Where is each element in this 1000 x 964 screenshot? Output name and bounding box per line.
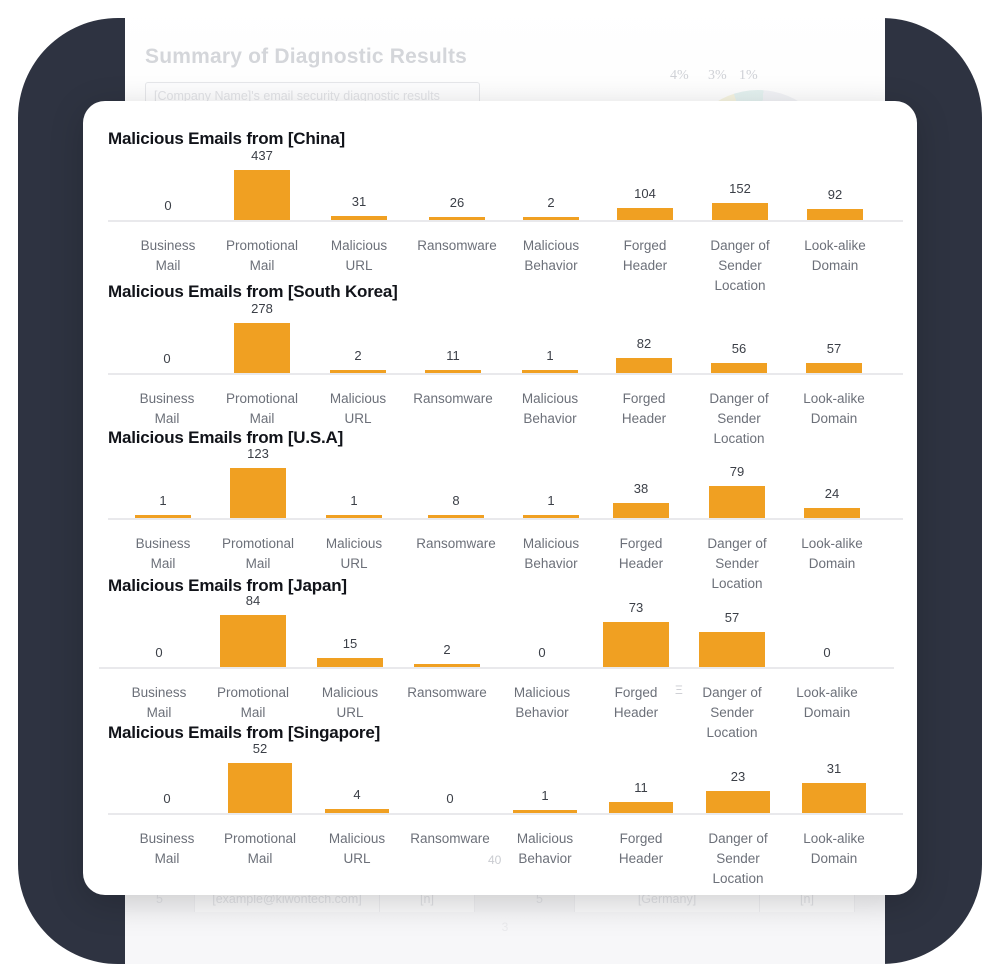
bar-value-label: 152 bbox=[729, 181, 751, 196]
chart-bar[interactable] bbox=[807, 209, 863, 220]
chart-bar[interactable] bbox=[712, 203, 768, 220]
chart-bar[interactable] bbox=[425, 370, 481, 373]
bar-value-label: 84 bbox=[245, 593, 261, 608]
chart-bar[interactable] bbox=[325, 809, 389, 813]
chart-bar[interactable] bbox=[220, 615, 286, 667]
bar-value-label: 79 bbox=[729, 464, 745, 479]
bar-value-label: 2 bbox=[354, 348, 362, 363]
chart-bar[interactable] bbox=[429, 217, 485, 220]
bar-value-label: 437 bbox=[251, 148, 273, 163]
chart-bar[interactable] bbox=[699, 632, 765, 667]
chart-bar[interactable] bbox=[804, 508, 860, 518]
chart-bar[interactable] bbox=[326, 515, 382, 518]
bar-value-label: 104 bbox=[634, 186, 656, 201]
bar-value-label: 0 bbox=[446, 791, 454, 806]
chart-title: Malicious Emails from [U.S.A] bbox=[108, 428, 344, 447]
render-artifact-number: 40 bbox=[488, 853, 502, 867]
bar-value-label: 15 bbox=[342, 636, 358, 651]
bar-value-label: 1 bbox=[159, 493, 167, 508]
chart-title: Malicious Emails from [Singapore] bbox=[108, 723, 381, 742]
category-label: Look-alike Domain bbox=[801, 536, 863, 571]
bar-value-label: 38 bbox=[633, 481, 649, 496]
chart-bar[interactable] bbox=[806, 363, 862, 373]
bar-value-label: 0 bbox=[164, 198, 172, 213]
chart-bar[interactable] bbox=[428, 515, 484, 518]
bar-value-label: 57 bbox=[724, 610, 740, 625]
bar-value-label: 0 bbox=[163, 351, 171, 366]
chart-bar[interactable] bbox=[711, 363, 767, 373]
chart-bar[interactable] bbox=[522, 370, 578, 373]
bar-value-label: 8 bbox=[452, 493, 460, 508]
chart-bar[interactable] bbox=[513, 810, 577, 813]
bar-value-label: 82 bbox=[636, 336, 652, 351]
bar-value-label: 1 bbox=[350, 493, 358, 508]
bar-value-label: 0 bbox=[538, 645, 546, 660]
bar-value-label: 57 bbox=[826, 341, 842, 356]
category-label: Look-alike Domain bbox=[804, 238, 866, 273]
chart-bar[interactable] bbox=[706, 791, 770, 813]
chart-axis-line bbox=[99, 667, 894, 669]
bar-value-label: 123 bbox=[247, 446, 269, 461]
charts-overlay-card: Malicious Emails from [China] 0 Business Ma… bbox=[83, 101, 917, 895]
bar-value-label: 2 bbox=[443, 642, 451, 657]
screenshot-root: Summary of Diagnostic Results [Company N… bbox=[0, 0, 1000, 964]
bar-value-label: 11 bbox=[634, 780, 648, 795]
chart-axis-line bbox=[108, 220, 903, 222]
chart-bar[interactable] bbox=[317, 658, 383, 667]
bar-value-label: 0 bbox=[163, 791, 171, 806]
chart-bar[interactable] bbox=[228, 763, 292, 813]
chart-bar[interactable] bbox=[234, 323, 290, 373]
bar-value-label: 52 bbox=[252, 741, 268, 756]
chart-axis-line bbox=[108, 813, 903, 815]
bar-value-label: 278 bbox=[251, 301, 273, 316]
chart-bar[interactable] bbox=[414, 664, 480, 667]
chart-bar[interactable] bbox=[603, 622, 669, 667]
category-label: Look-alike Domain bbox=[796, 685, 858, 720]
chart-title: Malicious Emails from [China] bbox=[108, 129, 345, 148]
bar-value-label: 1 bbox=[546, 348, 554, 363]
bar-value-label: 23 bbox=[730, 769, 746, 784]
background-page-number: 3 bbox=[501, 920, 509, 934]
chart-bar[interactable] bbox=[135, 515, 191, 518]
render-artifact-glyph: Ξ bbox=[675, 683, 683, 697]
chart-bar[interactable] bbox=[617, 208, 673, 220]
bar-value-label: 1 bbox=[547, 493, 555, 508]
chart-bar[interactable] bbox=[230, 468, 286, 518]
background-pie-pct-2: 3% bbox=[708, 68, 727, 83]
bar-value-label: 4 bbox=[353, 787, 361, 802]
bar-value-label: 73 bbox=[628, 600, 644, 615]
bar-value-label: 56 bbox=[731, 341, 747, 356]
chart-bar[interactable] bbox=[802, 783, 866, 813]
background-report-title: Summary of Diagnostic Results bbox=[145, 45, 468, 68]
chart-bar[interactable] bbox=[330, 370, 386, 373]
bar-value-label: 1 bbox=[541, 788, 549, 803]
chart-bar[interactable] bbox=[616, 358, 672, 373]
chart-bar[interactable] bbox=[709, 486, 765, 518]
bar-value-label: 92 bbox=[827, 187, 843, 202]
category-label: Look-alike Domain bbox=[803, 831, 865, 866]
background-pie-pct-1: 4% bbox=[670, 68, 689, 83]
category-label: Look-alike Domain bbox=[803, 391, 865, 426]
bar-value-label: 26 bbox=[449, 195, 465, 210]
chart-bar[interactable] bbox=[523, 217, 579, 220]
bar-value-label: 0 bbox=[155, 645, 163, 660]
bar-value-label: 24 bbox=[824, 486, 840, 501]
chart-bar[interactable] bbox=[613, 503, 669, 518]
chart-axis-line bbox=[108, 518, 903, 520]
background-pie-pct-3: 1% bbox=[739, 68, 758, 83]
bar-value-label: 11 bbox=[446, 348, 460, 363]
chart-bar[interactable] bbox=[234, 170, 290, 220]
chart-axis-line bbox=[108, 373, 903, 375]
chart-title: Malicious Emails from [South Korea] bbox=[108, 282, 398, 301]
bar-value-label: 0 bbox=[823, 645, 831, 660]
chart-bar[interactable] bbox=[609, 802, 673, 813]
bar-value-label: 31 bbox=[826, 761, 842, 776]
bar-value-label: 2 bbox=[547, 195, 555, 210]
bar-value-label: 31 bbox=[351, 194, 367, 209]
chart-bar[interactable] bbox=[331, 216, 387, 220]
chart-bar[interactable] bbox=[523, 515, 579, 518]
